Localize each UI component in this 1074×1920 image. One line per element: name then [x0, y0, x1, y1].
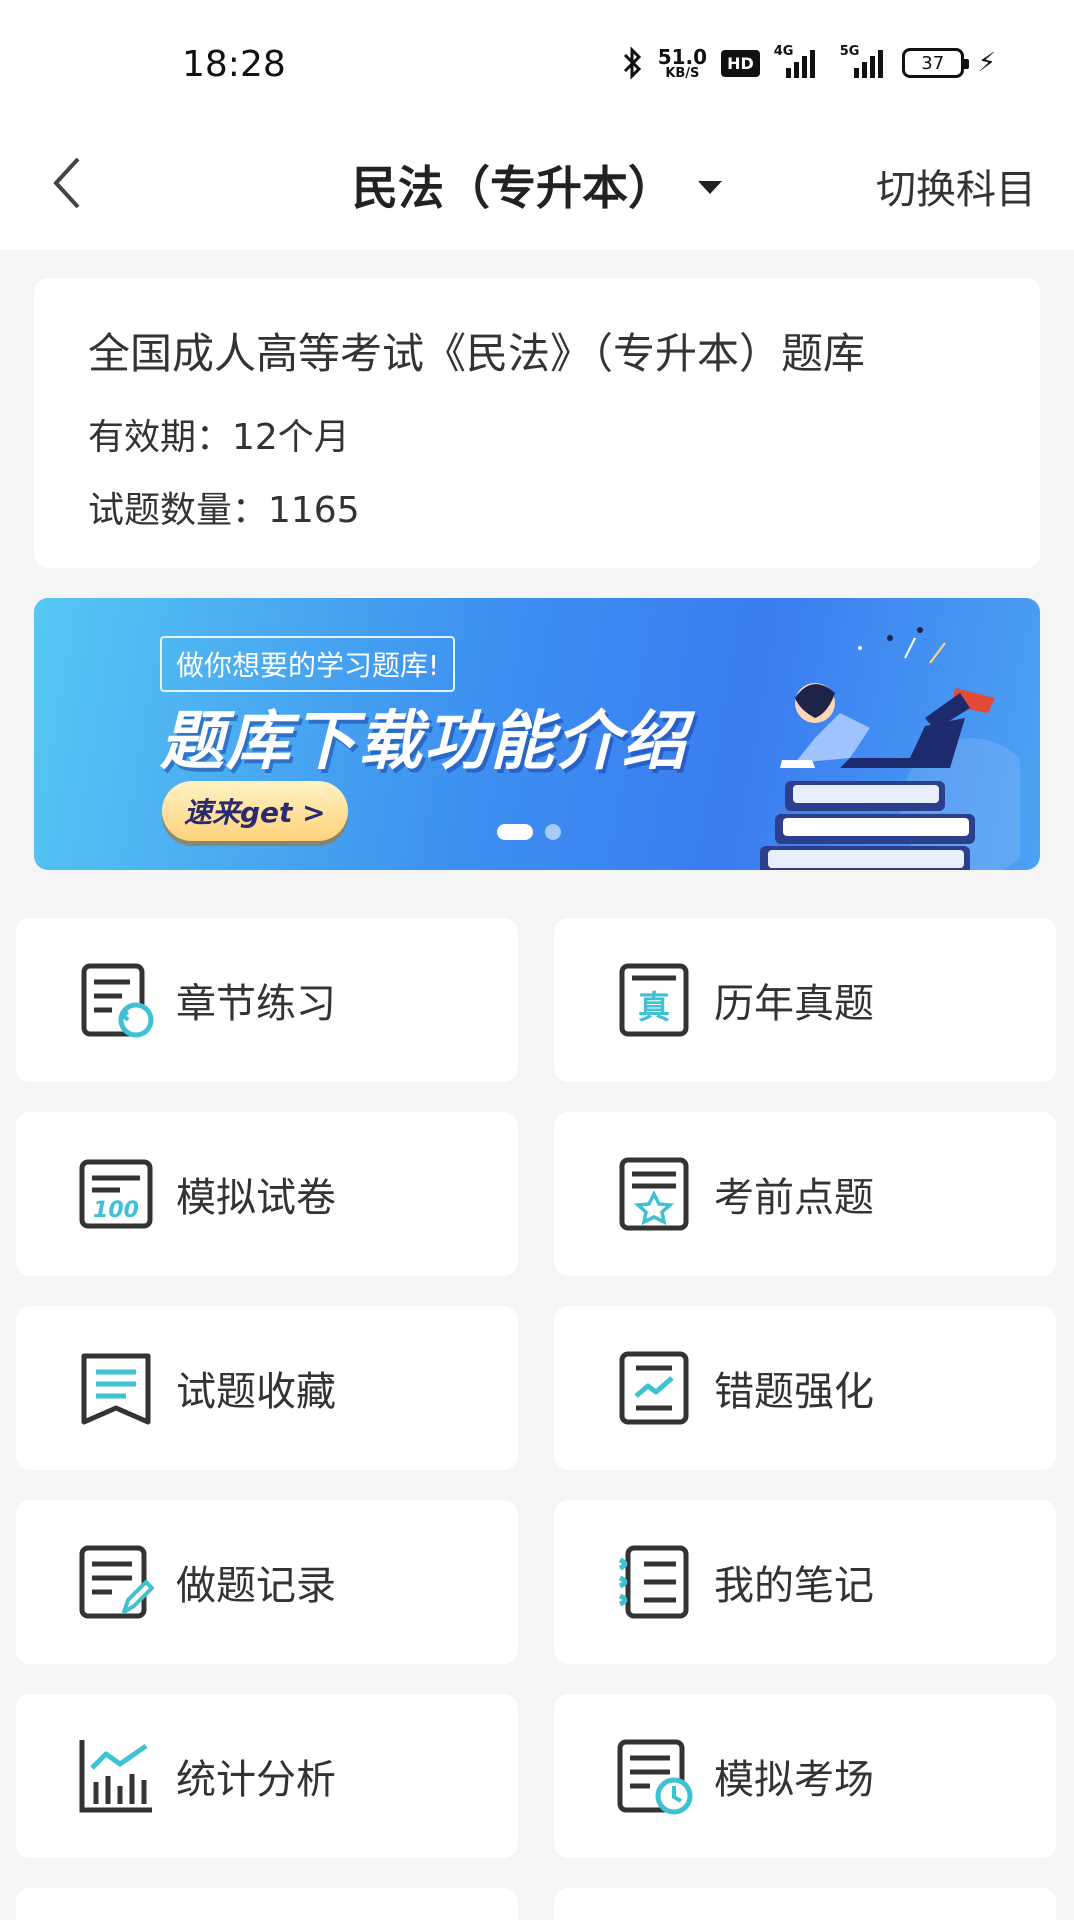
- past-exams-icon: 真: [619, 963, 689, 1037]
- switch-subject-button[interactable]: 切换科目: [876, 157, 1036, 215]
- carousel-dot-active: [497, 824, 533, 840]
- menu-tile-partial[interactable]: [16, 1888, 518, 1920]
- history-icon: [79, 1545, 154, 1619]
- charging-icon: ⚡: [977, 48, 996, 78]
- battery-level: 37: [921, 52, 945, 74]
- signal-4g-icon: 4G: [774, 44, 818, 78]
- notes-icon: [618, 1545, 689, 1619]
- mock-exam-room-icon: [617, 1739, 693, 1815]
- carousel-indicator: [497, 824, 561, 840]
- carousel-dot: [545, 824, 561, 840]
- notes-button[interactable]: 我的笔记: [554, 1500, 1056, 1664]
- network-speed: 51.0 KB/S: [658, 47, 707, 80]
- notes-label: 我的笔记: [714, 1563, 874, 1609]
- mock-paper-button[interactable]: 100 模拟试卷: [16, 1112, 518, 1276]
- reading-person-illustration: [760, 627, 1020, 870]
- mock-paper-icon: 100: [79, 1159, 153, 1229]
- favorites-icon: [81, 1353, 151, 1425]
- statistics-icon: [79, 1740, 152, 1813]
- hd-voice-badge: HD: [721, 49, 760, 77]
- network-speed-unit: KB/S: [665, 65, 700, 81]
- chapter-practice-label: 章节练习: [176, 981, 336, 1027]
- past-exams-label: 历年真题: [714, 981, 874, 1027]
- chapter-practice-icon: [81, 963, 154, 1038]
- svg-text:真: 真: [638, 988, 670, 1026]
- chevron-down-icon: [698, 180, 722, 194]
- status-bar: 18:28 51.0 KB/S HD 4G 5G 37 ⚡: [0, 0, 1074, 125]
- svg-text:100: 100: [93, 1198, 139, 1223]
- signal-5g-label: 5G: [839, 44, 860, 59]
- favorites-button[interactable]: 试题收藏: [16, 1306, 518, 1470]
- banner-subtitle: 做你想要的学习题库!: [160, 636, 456, 692]
- pre-exam-tips-label: 考前点题: [714, 1175, 874, 1221]
- statistics-label: 统计分析: [176, 1757, 336, 1803]
- signal-5g-icon: 5G: [832, 44, 888, 78]
- mock-paper-label: 模拟试卷: [176, 1175, 336, 1221]
- history-button[interactable]: 做题记录: [16, 1500, 518, 1664]
- mock-exam-room-button[interactable]: 模拟考场: [554, 1694, 1056, 1858]
- question-count: 试题数量：1165: [88, 490, 360, 531]
- pre-exam-tips-button[interactable]: 考前点题: [554, 1112, 1056, 1276]
- question-bank-title: 全国成人高等考试《民法》（专升本）题库: [88, 329, 866, 378]
- past-exams-button[interactable]: 真 历年真题: [554, 918, 1056, 1082]
- menu-tile-partial[interactable]: [554, 1888, 1056, 1920]
- status-icons: 51.0 KB/S HD 4G 5G 37 ⚡: [622, 44, 996, 80]
- nav-bar: 民法（专升本） 切换科目: [0, 125, 1074, 250]
- battery-icon: 37: [901, 48, 969, 78]
- favorites-label: 试题收藏: [176, 1369, 336, 1415]
- page-title: 民法（专升本）: [352, 161, 674, 215]
- signal-4g-label: 4G: [773, 44, 794, 59]
- promo-banner[interactable]: 做你想要的学习题库! 题库下载功能介绍 速来get >: [34, 598, 1040, 870]
- mock-exam-room-label: 模拟考场: [714, 1757, 874, 1803]
- pre-exam-tips-icon: [619, 1157, 689, 1231]
- statistics-button[interactable]: 统计分析: [16, 1694, 518, 1858]
- banner-title: 题库下载功能介绍: [160, 705, 688, 779]
- status-time: 18:28: [182, 44, 286, 85]
- banner-cta-button[interactable]: 速来get >: [162, 781, 348, 841]
- history-label: 做题记录: [176, 1563, 336, 1609]
- validity-period: 有效期：12个月: [88, 417, 350, 458]
- wrong-questions-label: 错题强化: [714, 1369, 874, 1415]
- bluetooth-icon: [623, 46, 641, 80]
- wrong-questions-icon: [619, 1351, 689, 1425]
- question-bank-info-card: 全国成人高等考试《民法》（专升本）题库 有效期：12个月 试题数量：1165: [34, 278, 1040, 568]
- wrong-questions-button[interactable]: 错题强化: [554, 1306, 1056, 1470]
- network-speed-value: 51.0: [657, 44, 708, 69]
- chapter-practice-button[interactable]: 章节练习: [16, 918, 518, 1082]
